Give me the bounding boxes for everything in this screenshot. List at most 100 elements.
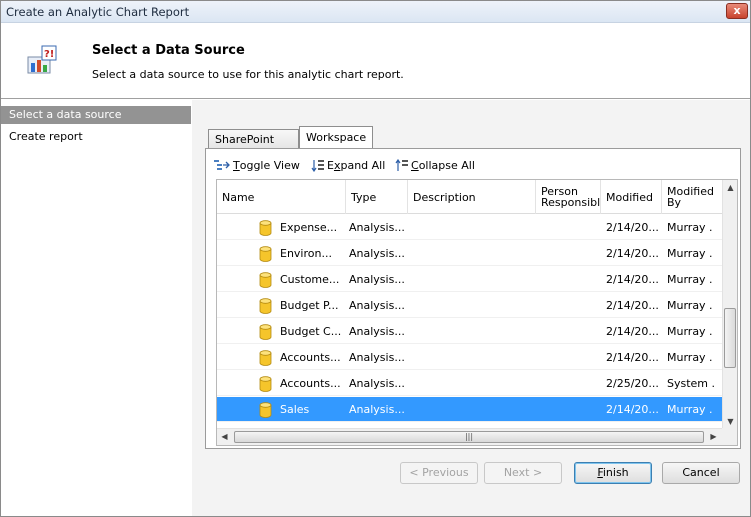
workspace-tab-panel: Toggle View Ex pand All Collapse All Nam… xyxy=(205,148,741,449)
table-row[interactable]: Expense... Analysis... 2/14/20... Murray . xyxy=(217,215,723,240)
analytic-chart-icon: ?! xyxy=(27,45,57,74)
table-row[interactable]: Budget C... Analysis... 2/14/20... Murray . xyxy=(217,319,723,344)
scrollbar-corner xyxy=(722,428,737,445)
expand-all-prefix: E xyxy=(327,158,334,172)
cell-person-responsible xyxy=(541,215,599,240)
cell-modified-by: Murray . xyxy=(667,273,713,286)
nav-item-select-data-source[interactable]: Select a data source xyxy=(1,106,191,124)
database-cylinder-icon xyxy=(259,246,272,262)
cell-description xyxy=(413,345,535,370)
table-row[interactable]: Accounts... Analysis... 2/14/20... Murray . xyxy=(217,345,723,370)
cell-name: Budget P... xyxy=(280,299,339,312)
cell-name: Custome... xyxy=(280,273,340,286)
cell-modified: 2/14/20... xyxy=(606,403,659,416)
vertical-scrollbar[interactable]: ▲ ▼ xyxy=(722,180,737,429)
collapse-all-button[interactable]: Collapse All xyxy=(395,157,475,173)
nav-item-create-report[interactable]: Create report xyxy=(1,128,191,146)
table-row[interactable]: Budget P... Analysis... 2/14/20... Murray . xyxy=(217,293,723,318)
table-row[interactable]: Sales Analysis... 2/14/20... Murray . xyxy=(217,397,723,422)
scroll-up-arrow-icon[interactable]: ▲ xyxy=(723,180,737,195)
cell-person-responsible xyxy=(541,293,599,318)
cell-type: Analysis... xyxy=(349,221,405,234)
cell-name: Accounts... xyxy=(280,351,341,364)
main-panel: SharePoint Site Workspace Toggle View xyxy=(192,100,750,516)
column-header-name[interactable]: Name xyxy=(217,180,346,214)
finish-button[interactable]: Finish xyxy=(574,462,652,484)
column-header-description[interactable]: Description xyxy=(408,180,536,214)
cell-modified-by: System . xyxy=(667,377,716,390)
data-source-grid: Name Type Description Person Responsibl … xyxy=(216,179,738,446)
svg-text:?!: ?! xyxy=(44,49,54,60)
scroll-left-arrow-icon[interactable]: ◀ xyxy=(217,429,232,445)
toggle-view-icon xyxy=(214,160,230,170)
database-cylinder-icon xyxy=(259,220,272,236)
horizontal-scrollbar[interactable]: ◀ ||| ▶ xyxy=(217,428,737,445)
cell-person-responsible xyxy=(541,241,599,266)
page-title: Select a Data Source xyxy=(92,43,245,58)
cell-description xyxy=(413,293,535,318)
cancel-button[interactable]: Cancel xyxy=(662,462,740,484)
cell-modified-by: Murray . xyxy=(667,299,713,312)
toggle-view-button[interactable]: Toggle View xyxy=(214,157,300,173)
title-bar[interactable]: Create an Analytic Chart Report x xyxy=(1,1,750,23)
column-header-modified[interactable]: Modified xyxy=(601,180,662,214)
cell-modified: 2/14/20... xyxy=(606,299,659,312)
previous-button[interactable]: < Previous xyxy=(400,462,478,484)
grid-body: Expense... Analysis... 2/14/20... Murray .E… xyxy=(217,215,723,426)
cell-type: Analysis... xyxy=(349,325,405,338)
table-row[interactable]: Environ... Analysis... 2/14/20... Murray . xyxy=(217,241,723,266)
cell-modified: 2/14/20... xyxy=(606,351,659,364)
cell-modified-by: Murray . xyxy=(667,221,713,234)
toggle-view-accel: T xyxy=(233,158,240,172)
cell-name: Environ... xyxy=(280,247,332,260)
cell-modified-by: Murray . xyxy=(667,247,713,260)
cell-modified: 2/14/20... xyxy=(606,221,659,234)
cell-type: Analysis... xyxy=(349,377,405,390)
cell-name: Budget C... xyxy=(280,325,342,338)
cell-description xyxy=(413,267,535,292)
toggle-view-label: oggle View xyxy=(239,158,300,172)
scroll-right-arrow-icon[interactable]: ▶ xyxy=(706,429,721,445)
page-description: Select a data source to use for this ana… xyxy=(92,68,404,81)
cell-description xyxy=(413,397,535,422)
cell-person-responsible xyxy=(541,371,599,396)
dialog-window: Create an Analytic Chart Report x ?! Sel… xyxy=(0,0,751,517)
cell-modified: 2/14/20... xyxy=(606,273,659,286)
scroll-down-arrow-icon[interactable]: ▼ xyxy=(723,414,737,429)
cell-person-responsible xyxy=(541,345,599,370)
vertical-scroll-thumb[interactable] xyxy=(724,308,736,368)
cell-name: Sales xyxy=(280,403,310,416)
table-row[interactable]: Accounts... Analysis... 2/25/20... System . xyxy=(217,371,723,396)
column-header-person-responsible[interactable]: Person Responsibl xyxy=(536,180,601,214)
wizard-header: ?! Select a Data Source Select a data so… xyxy=(1,24,750,99)
cell-modified: 2/14/20... xyxy=(606,325,659,338)
close-button[interactable]: x xyxy=(726,3,748,19)
database-cylinder-icon xyxy=(259,402,272,418)
tab-workspace[interactable]: Workspace xyxy=(299,126,373,148)
cell-type: Analysis... xyxy=(349,247,405,260)
column-header-modified-by[interactable]: Modified By xyxy=(662,180,723,214)
expand-all-icon xyxy=(311,159,324,172)
cell-person-responsible xyxy=(541,267,599,292)
expand-all-button[interactable]: Ex pand All xyxy=(311,157,385,173)
window-title: Create an Analytic Chart Report xyxy=(6,5,190,19)
database-cylinder-icon xyxy=(259,324,272,340)
cell-description xyxy=(413,241,535,266)
next-button[interactable]: Next > xyxy=(484,462,562,484)
cell-type: Analysis... xyxy=(349,273,405,286)
cell-name: Accounts... xyxy=(280,377,341,390)
cell-name: Expense... xyxy=(280,221,338,234)
cell-type: Analysis... xyxy=(349,351,405,364)
database-cylinder-icon xyxy=(259,350,272,366)
cell-person-responsible xyxy=(541,397,599,422)
cell-description xyxy=(413,371,535,396)
cell-modified-by: Murray . xyxy=(667,351,713,364)
grid-header: Name Type Description Person Responsibl … xyxy=(217,180,723,214)
collapse-all-icon xyxy=(395,158,408,171)
tab-sharepoint-site[interactable]: SharePoint Site xyxy=(208,129,299,159)
cell-modified-by: Murray . xyxy=(667,403,713,416)
horizontal-scroll-thumb[interactable]: ||| xyxy=(234,431,704,443)
table-row[interactable]: Custome... Analysis... 2/14/20... Murray . xyxy=(217,267,723,292)
column-header-type[interactable]: Type xyxy=(346,180,408,214)
finish-label: inish xyxy=(602,466,629,479)
